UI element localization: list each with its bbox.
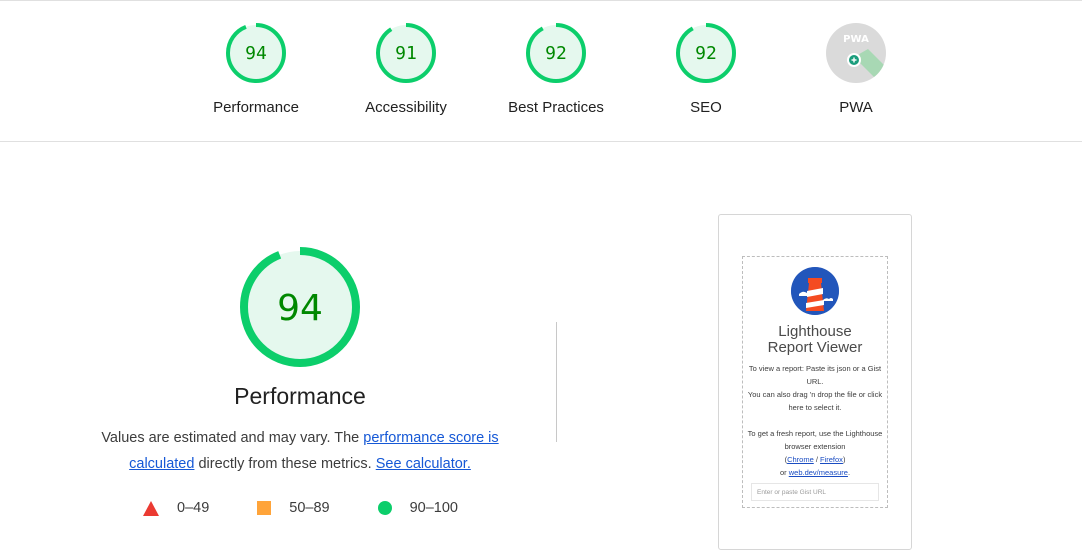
desc-text-2: directly from these metrics.: [194, 456, 376, 472]
see-calculator-link[interactable]: See calculator.: [376, 456, 471, 472]
pwa-label: PWA: [839, 99, 873, 116]
triangle-icon: [143, 500, 159, 516]
report-viewer-preview: Lighthouse Report Viewer To view a repor…: [718, 214, 912, 550]
best-practices-score: 92: [545, 43, 567, 64]
viewer-title-line1: Lighthouse: [778, 323, 852, 340]
category-scores-bar: 94 Performance 91 Accessibility 92 Best …: [0, 0, 1082, 142]
gauge-seo[interactable]: 92 SEO: [636, 21, 776, 116]
seo-gauge-ring: 92: [676, 23, 736, 83]
drop-zone[interactable]: Lighthouse Report Viewer To view a repor…: [742, 256, 888, 508]
gauge-performance[interactable]: 94 Performance: [186, 21, 326, 116]
seo-label: SEO: [690, 99, 722, 116]
pwa-badge-text: PWA: [843, 34, 869, 45]
performance-score: 94: [245, 43, 267, 64]
chrome-link[interactable]: Chrome: [787, 455, 814, 464]
best-practices-label: Best Practices: [508, 99, 604, 116]
viewer-title-line2: Report Viewer: [767, 339, 863, 356]
performance-gauge-ring: 94: [226, 23, 286, 83]
viewer-extension-links: (Chrome / Firefox): [784, 455, 846, 464]
accessibility-label: Accessibility: [365, 99, 447, 116]
viewer-webdev-line: or web.dev/measure.: [747, 466, 883, 479]
viewer-paragraph-2: You can also drag 'n drop the file or cl…: [747, 390, 883, 412]
viewer-instructions: To view a report: Paste its json or a Gi…: [743, 362, 887, 479]
legend-average: 50–89: [257, 500, 330, 516]
circle-icon: [377, 501, 392, 515]
webdev-measure-link[interactable]: web.dev/measure: [789, 468, 848, 477]
legend-pass: 90–100: [377, 500, 458, 516]
viewer-period: .: [847, 468, 851, 477]
best-practices-gauge-ring: 92: [526, 23, 586, 83]
lighthouse-logo-icon: [791, 267, 839, 315]
accessibility-score: 91: [395, 43, 417, 64]
viewer-paragraph-3: To get a fresh report, use the Lighthous…: [747, 429, 883, 451]
vertical-divider: [556, 322, 557, 442]
square-icon: [257, 501, 272, 515]
viewer-title: Lighthouse Report Viewer: [743, 324, 887, 356]
legend-pass-range: 90–100: [409, 500, 458, 516]
gauge-pwa[interactable]: PWA PWA: [786, 21, 926, 116]
performance-main-gauge: 94: [240, 247, 360, 367]
legend-fail-range: 0–49: [177, 500, 210, 516]
accessibility-gauge-ring: 91: [376, 23, 436, 83]
score-legend: 0–49 50–89 90–100: [143, 500, 506, 516]
pwa-badge-icon: PWA: [826, 23, 886, 83]
performance-description: Values are estimated and may vary. The p…: [70, 425, 530, 477]
viewer-or: or: [779, 468, 789, 477]
seo-score: 92: [695, 43, 717, 64]
viewer-paragraph-1: To view a report: Paste its json or a Gi…: [748, 364, 882, 386]
legend-fail: 0–49: [143, 500, 209, 516]
firefox-link[interactable]: Firefox: [820, 455, 843, 464]
performance-label: Performance: [213, 99, 299, 116]
performance-main-score: 94: [277, 288, 323, 329]
performance-title: Performance: [234, 383, 366, 409]
performance-summary: 94 Performance Values are estimated and …: [70, 245, 530, 477]
desc-text-1: Values are estimated and may vary. The: [101, 430, 364, 446]
legend-average-range: 50–89: [289, 500, 330, 516]
gauge-accessibility[interactable]: 91 Accessibility: [336, 21, 476, 116]
gauge-best-practices[interactable]: 92 Best Practices: [486, 21, 626, 116]
gist-url-input[interactable]: Enter or paste Gist URL: [751, 483, 879, 501]
